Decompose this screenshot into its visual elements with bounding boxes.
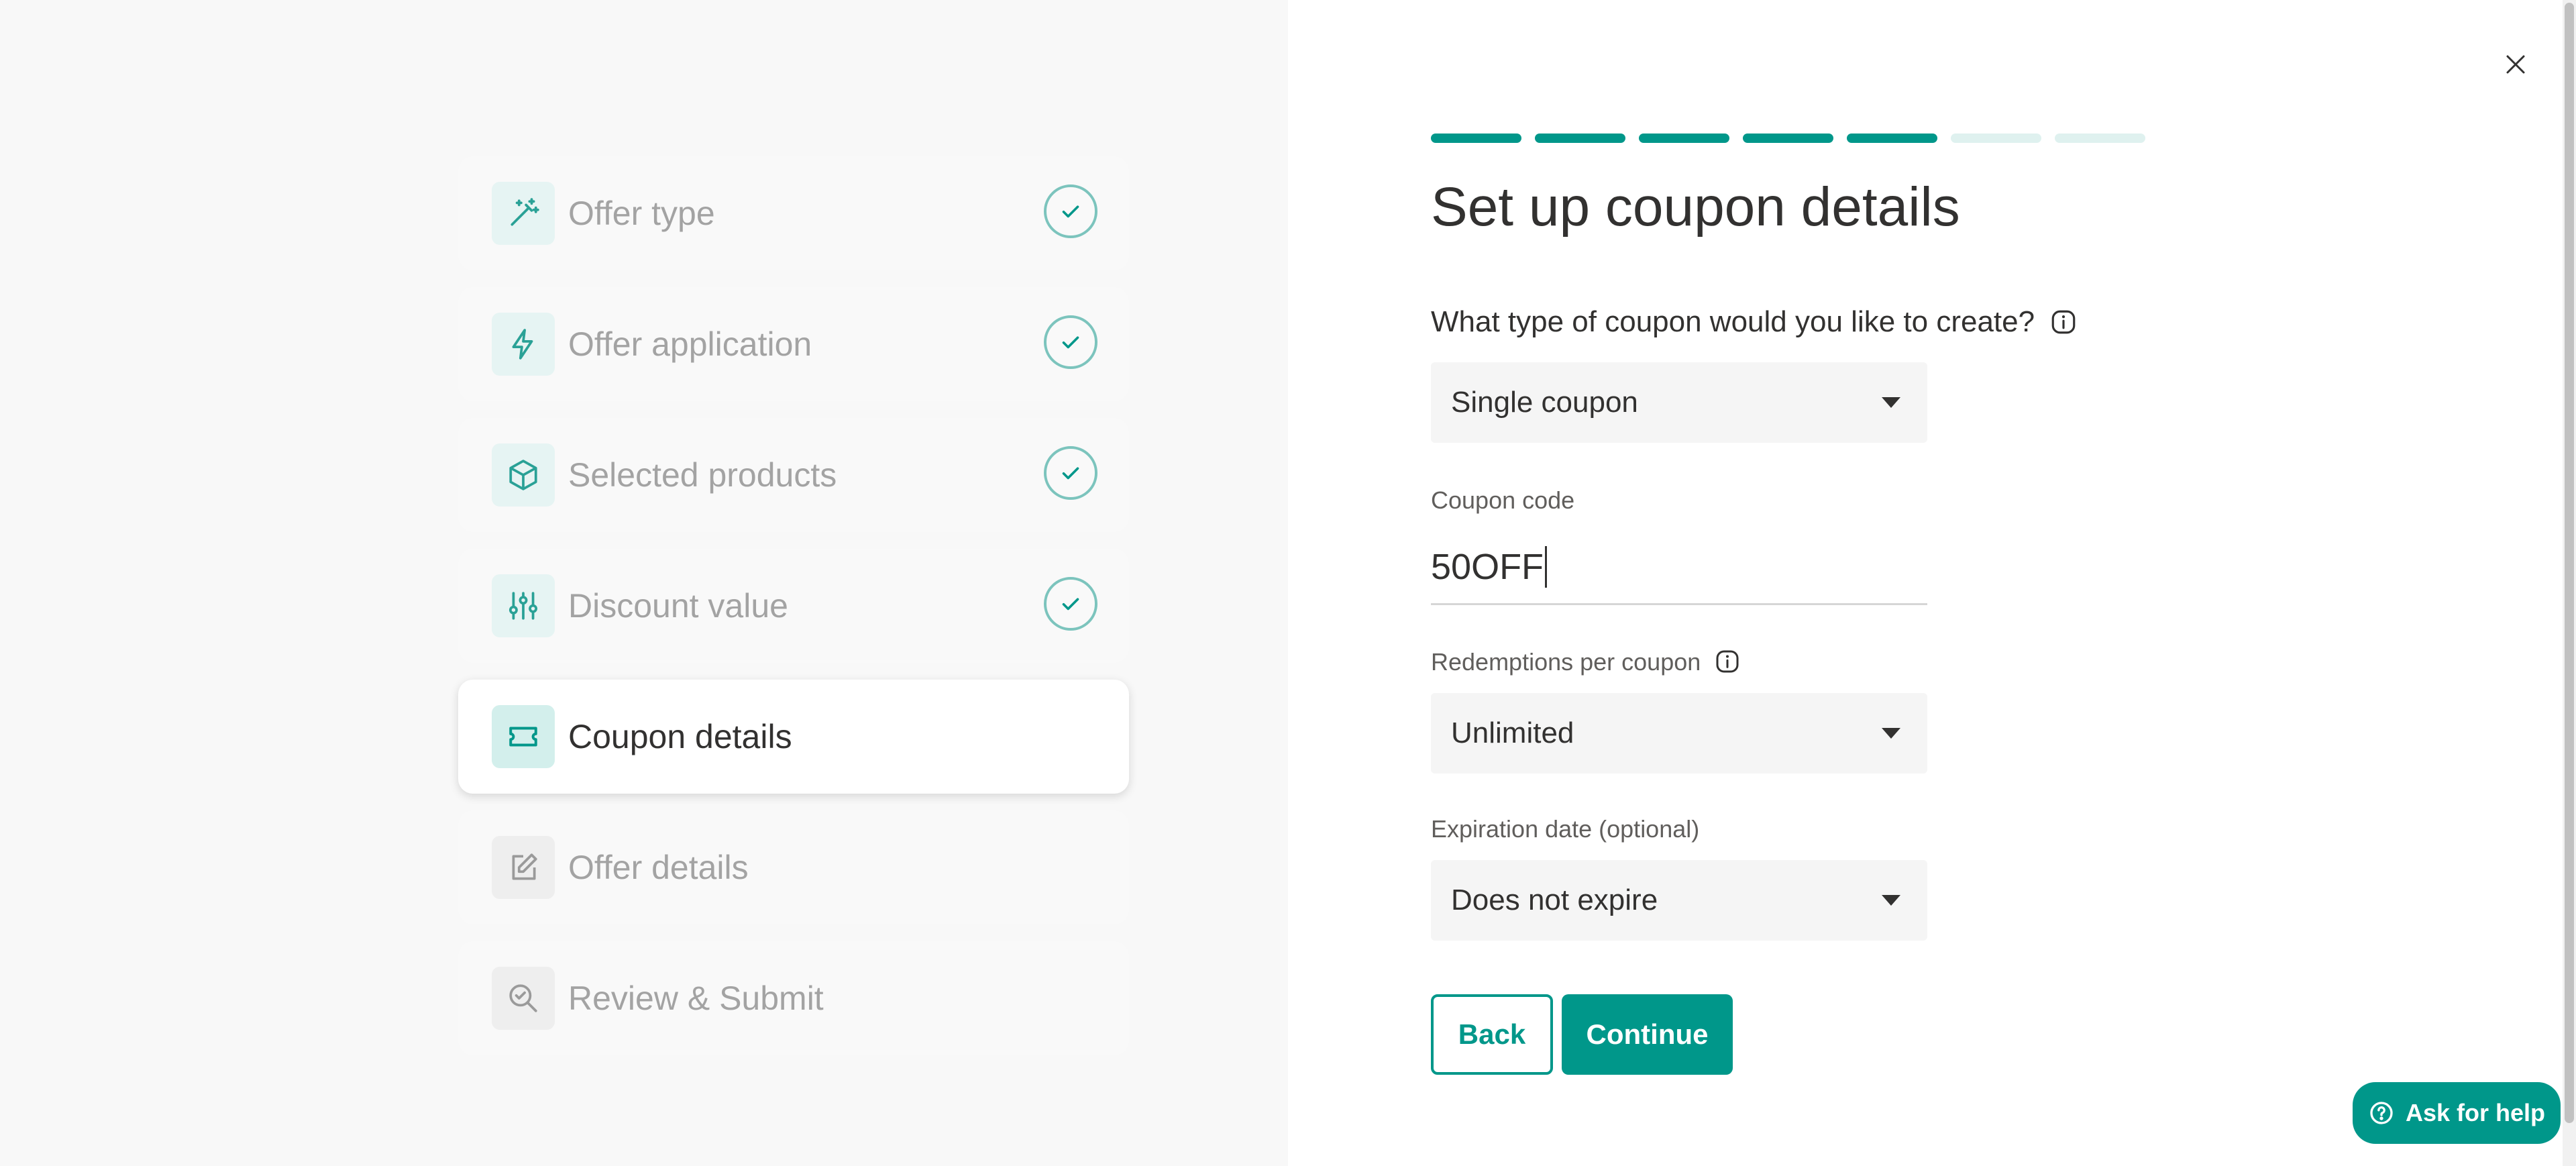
step-discount-value[interactable]: Discount value bbox=[458, 549, 1129, 663]
step-label: Selected products bbox=[568, 456, 837, 494]
check-circle-icon bbox=[1044, 315, 1097, 369]
info-icon[interactable] bbox=[2049, 308, 2078, 336]
page-title: Set up coupon details bbox=[1431, 176, 1960, 237]
info-icon[interactable] bbox=[1714, 648, 1742, 676]
back-button[interactable]: Back bbox=[1431, 994, 1553, 1075]
help-icon bbox=[2370, 1102, 2393, 1124]
progress-segment bbox=[1639, 134, 1729, 143]
step-navigation-panel: Offer type Offer application Selected pr… bbox=[0, 0, 1288, 1166]
close-button[interactable] bbox=[2496, 44, 2536, 85]
sliders-icon bbox=[492, 574, 555, 637]
coupon-code-input[interactable]: 50OFF bbox=[1431, 530, 1927, 605]
check-circle-icon bbox=[1044, 577, 1097, 631]
progress-segment bbox=[1431, 134, 1521, 143]
ticket-icon bbox=[492, 705, 555, 768]
step-label: Offer type bbox=[568, 195, 715, 232]
step-label: Offer details bbox=[568, 849, 749, 886]
chevron-down-icon bbox=[1882, 397, 1900, 408]
continue-button[interactable]: Continue bbox=[1562, 994, 1733, 1075]
expiration-select[interactable]: Does not expire bbox=[1431, 860, 1927, 941]
expiration-label-text: Expiration date (optional) bbox=[1431, 815, 1700, 843]
progress-bar bbox=[1431, 134, 2145, 143]
text-cursor bbox=[1545, 545, 1548, 588]
coupon-type-question: What type of coupon would you like to cr… bbox=[1431, 305, 2078, 339]
step-offer-type[interactable]: Offer type bbox=[458, 156, 1129, 270]
scrollbar-thumb[interactable] bbox=[2565, 3, 2574, 1123]
progress-segment bbox=[1535, 134, 1625, 143]
progress-segment bbox=[1951, 134, 2041, 143]
coupon-type-question-text: What type of coupon would you like to cr… bbox=[1431, 305, 2035, 338]
expiration-label: Expiration date (optional) bbox=[1431, 815, 1699, 843]
close-icon bbox=[2506, 55, 2525, 74]
step-offer-application[interactable]: Offer application bbox=[458, 287, 1129, 401]
lightning-icon bbox=[492, 313, 555, 376]
step-label: Offer application bbox=[568, 325, 812, 363]
step-label: Review & Submit bbox=[568, 979, 824, 1017]
expiration-value: Does not expire bbox=[1451, 884, 1658, 916]
coupon-type-value: Single coupon bbox=[1451, 386, 1638, 419]
step-coupon-details[interactable]: Coupon details bbox=[458, 680, 1129, 794]
box-icon bbox=[492, 443, 555, 507]
check-circle-icon bbox=[1044, 184, 1097, 238]
step-label: Discount value bbox=[568, 587, 788, 625]
progress-segment bbox=[1847, 134, 1937, 143]
check-circle-icon bbox=[1044, 446, 1097, 500]
coupon-code-label: Coupon code bbox=[1431, 486, 1574, 515]
progress-segment bbox=[1743, 134, 1833, 143]
progress-segment bbox=[2055, 134, 2145, 143]
step-label: Coupon details bbox=[568, 718, 792, 755]
chevron-down-icon bbox=[1882, 895, 1900, 906]
redemptions-label-text: Redemptions per coupon bbox=[1431, 648, 1701, 676]
scrollbar[interactable] bbox=[2563, 0, 2576, 1166]
step-selected-products[interactable]: Selected products bbox=[458, 418, 1129, 532]
coupon-code-value: 50OFF bbox=[1431, 546, 1544, 587]
chevron-down-icon bbox=[1882, 728, 1900, 739]
coupon-type-select[interactable]: Single coupon bbox=[1431, 362, 1927, 443]
step-list: Offer type Offer application Selected pr… bbox=[458, 156, 1129, 1072]
redemptions-select[interactable]: Unlimited bbox=[1431, 693, 1927, 774]
redemptions-label: Redemptions per coupon bbox=[1431, 648, 1742, 676]
redemptions-value: Unlimited bbox=[1451, 717, 1574, 749]
coupon-code-label-text: Coupon code bbox=[1431, 486, 1575, 514]
edit-icon bbox=[492, 836, 555, 899]
step-offer-details[interactable]: Offer details bbox=[458, 810, 1129, 924]
magic-wand-icon bbox=[492, 182, 555, 245]
search-check-icon bbox=[492, 967, 555, 1030]
step-review-submit[interactable]: Review & Submit bbox=[458, 941, 1129, 1055]
ask-for-help-button[interactable]: Ask for help bbox=[2353, 1082, 2561, 1144]
help-label: Ask for help bbox=[2405, 1099, 2546, 1126]
